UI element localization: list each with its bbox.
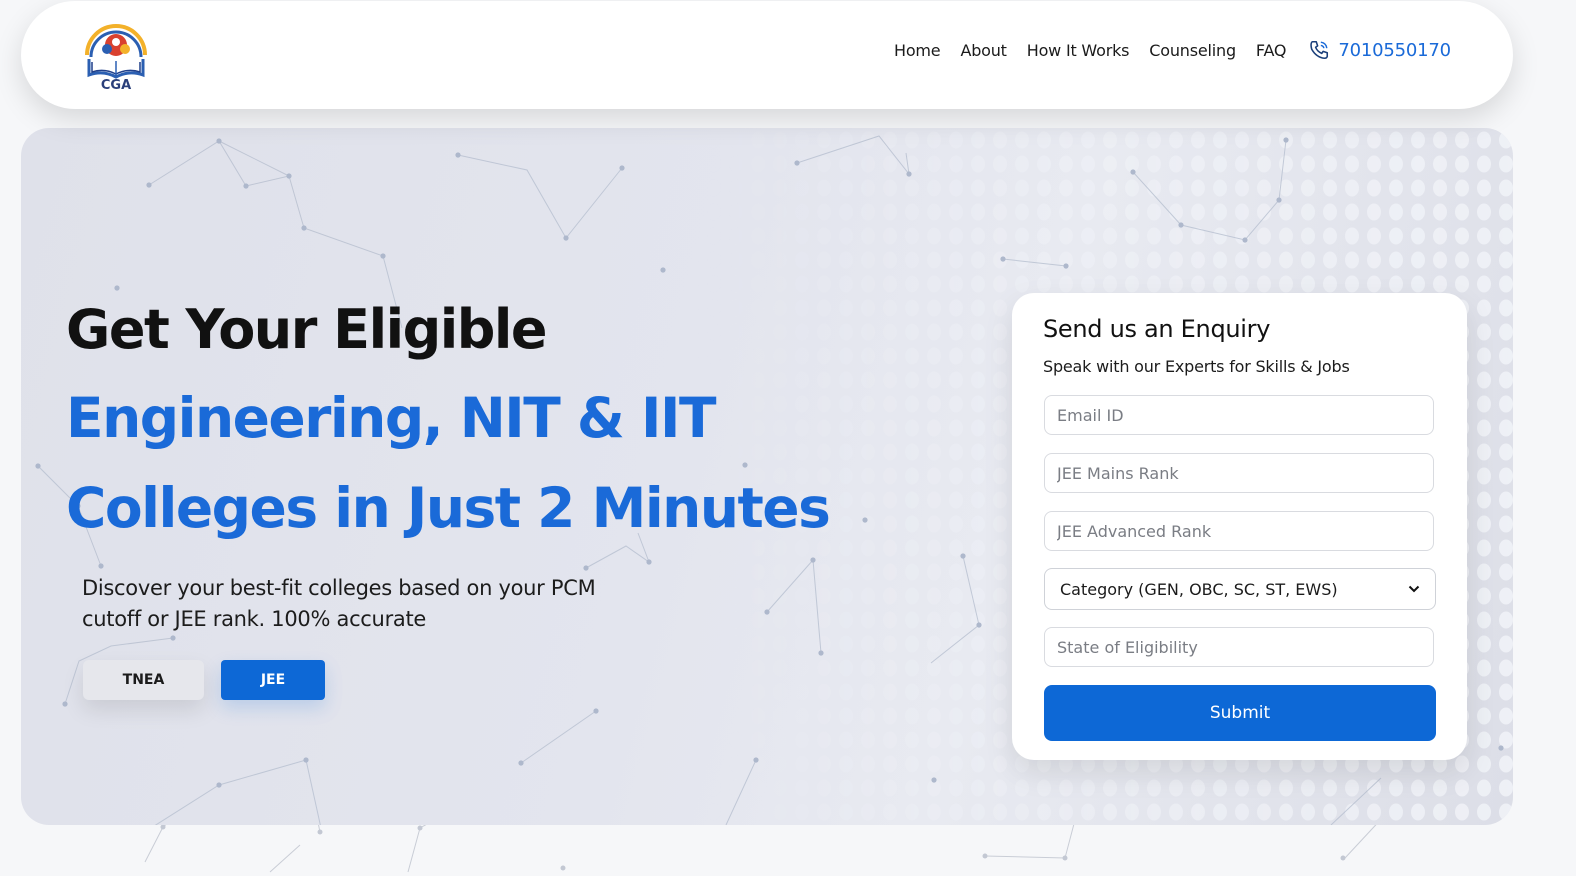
phone-link[interactable]: 7010550170 xyxy=(1308,39,1451,61)
jee-mains-rank-field[interactable] xyxy=(1044,453,1434,493)
nav-counseling[interactable]: Counseling xyxy=(1149,41,1236,60)
logo-book-family-icon[interactable]: CGA xyxy=(79,15,153,93)
enquiry-subtitle: Speak with our Experts for Skills & Jobs xyxy=(1043,357,1350,376)
phone-number: 7010550170 xyxy=(1338,39,1451,61)
hero-section: Get Your Eligible Engineering, NIT & IIT… xyxy=(21,128,1513,825)
hero-title-line3: Colleges in Just 2 Minutes xyxy=(66,476,831,540)
main-nav: Home About How It Works Counseling FAQ 7… xyxy=(894,39,1451,61)
phone-icon xyxy=(1310,40,1329,60)
page: CGA Home About How It Works Counseling F… xyxy=(0,0,1576,876)
hero-description: Discover your best-fit colleges based on… xyxy=(82,576,596,631)
nav-about[interactable]: About xyxy=(960,41,1007,60)
nav-faq[interactable]: FAQ xyxy=(1256,41,1287,60)
jee-button[interactable]: JEE xyxy=(221,660,325,700)
submit-button[interactable]: Submit xyxy=(1044,685,1436,741)
hero-title-line1: Get Your Eligible xyxy=(66,298,548,361)
email-field[interactable] xyxy=(1044,395,1434,435)
category-select-value: Category (GEN, OBC, SC, ST, EWS) xyxy=(1060,579,1338,599)
tnea-button[interactable]: TNEA xyxy=(83,660,204,700)
nav-home[interactable]: Home xyxy=(894,41,941,60)
jee-advanced-rank-field[interactable] xyxy=(1044,511,1434,551)
state-of-eligibility-field[interactable] xyxy=(1044,627,1434,667)
enquiry-form-card: Send us an Enquiry Speak with our Expert… xyxy=(1012,293,1467,760)
enquiry-title: Send us an Enquiry xyxy=(1043,315,1271,343)
nav-how-it-works[interactable]: How It Works xyxy=(1027,41,1130,60)
site-header: CGA Home About How It Works Counseling F… xyxy=(21,1,1513,109)
chevron-down-icon xyxy=(1408,585,1420,593)
hero-title-line2: Engineering, NIT & IIT xyxy=(66,386,716,450)
logo-text: CGA xyxy=(101,78,131,93)
category-select[interactable]: Category (GEN, OBC, SC, ST, EWS) xyxy=(1044,568,1436,610)
